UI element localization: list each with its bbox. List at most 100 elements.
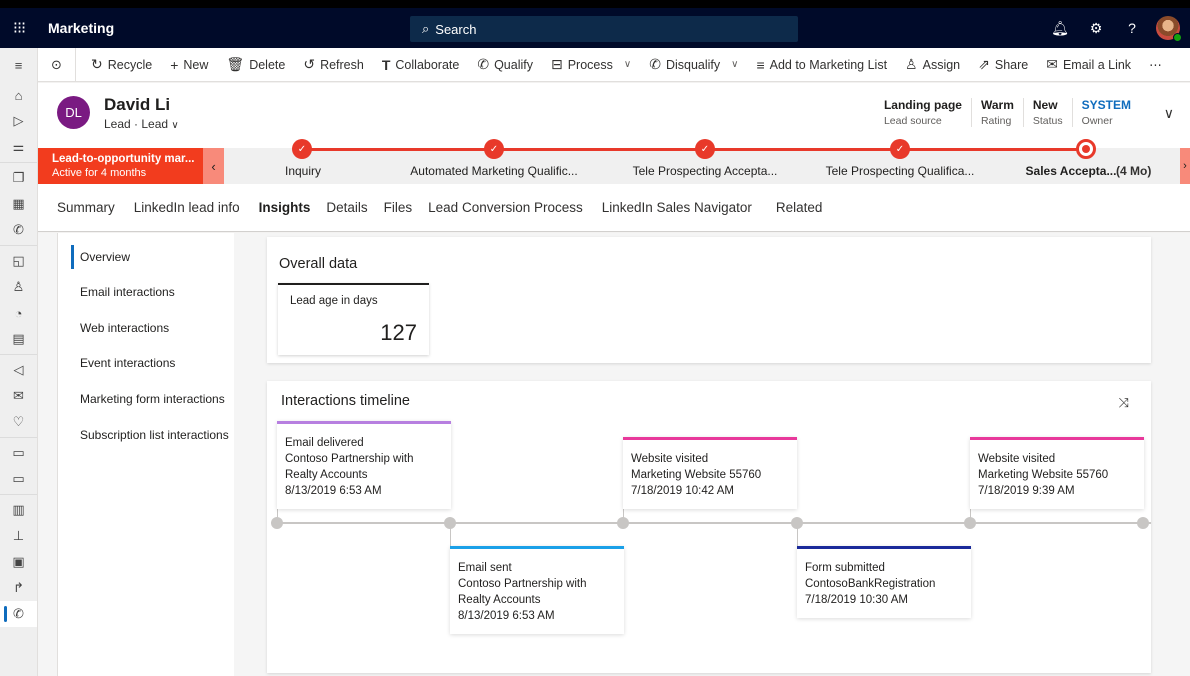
email-link-icon: ✉ (1046, 56, 1058, 72)
calendar-icon[interactable]: ▦ (0, 191, 37, 217)
tab-related[interactable]: Related (776, 200, 823, 215)
share-button[interactable]: ⇗ Share (969, 56, 1037, 73)
lead-age-tile: Lead age in days 127 (278, 283, 429, 355)
process-name[interactable]: Lead-to-opportunity mar... Active for 4 … (38, 148, 203, 184)
timeline-event[interactable]: Email delivered Contoso Partnership with… (277, 421, 451, 509)
timeline-event[interactable]: Website visited Marketing Website 55760 … (623, 437, 797, 509)
tab-details[interactable]: Details (326, 200, 367, 215)
stage-label[interactable]: Inquiry (285, 164, 321, 178)
stage-label[interactable]: Tele Prospecting Qualifica... (826, 164, 975, 178)
add-to-marketing-list-button[interactable]: ≡ Add to Marketing List (747, 57, 896, 73)
record-header: DL David Li Lead · Lead ∨ Landing page Le… (38, 83, 1190, 148)
process-icon: ⊟ (550, 56, 563, 72)
record-name: David Li (104, 95, 171, 114)
bell-icon[interactable]: 🔔︎ (1042, 20, 1078, 37)
recycle-button[interactable]: ↻ Recycle (82, 56, 161, 73)
calendar-icon[interactable]: ▭ (0, 466, 37, 492)
search-input[interactable]: ⌕ Search (410, 16, 798, 42)
help-icon[interactable]: ? (1114, 20, 1150, 36)
collaborate-button[interactable]: T Collaborate (373, 57, 469, 73)
template-icon[interactable]: ▣ (0, 549, 37, 575)
left-nav: ≡ ⌂ ▷ ⚌ ❐ ▦ ✆ ◱ ♙ ◔ ▤ ◁ ✉ ♡ ▭ ▭ ▥ ⊥ ▣ ↱ … (0, 48, 38, 676)
tab-summary[interactable]: Summary (57, 200, 115, 215)
business-process-flow: Lead-to-opportunity mar... Active for 4 … (38, 139, 1190, 184)
next-stage-button[interactable]: › (1180, 148, 1190, 184)
stage-complete-icon[interactable]: ✓ (890, 139, 910, 159)
copy-icon[interactable]: ❐ (0, 165, 37, 191)
timeline-event[interactable]: Website visited Marketing Website 55760 … (970, 437, 1144, 509)
phone-icon[interactable]: ✆ (0, 217, 37, 243)
notes-icon[interactable]: ◱ (0, 248, 37, 274)
heart-icon[interactable]: ♡ (0, 409, 37, 435)
subnav-event-interactions[interactable]: Event interactions (80, 356, 175, 370)
mail-icon[interactable]: ✉ (0, 383, 37, 409)
tab-linkedin-sales-navigator[interactable]: LinkedIn Sales Navigator (602, 200, 752, 215)
insights-subnav: Overview Email interactions Web interact… (57, 233, 234, 676)
chart-icon[interactable]: ◔ (0, 300, 37, 326)
timeline-event[interactable]: Form submitted ContosoBankRegistration 7… (797, 546, 971, 618)
tab-files[interactable]: Files (384, 200, 413, 215)
subnav-marketing-form-interactions[interactable]: Marketing form interactions (80, 392, 225, 406)
trash-icon: 🗑︎ (226, 56, 245, 72)
gear-icon[interactable]: ⚙ (1078, 20, 1114, 37)
lead-age-value: 127 (380, 320, 417, 345)
email-a-link-button[interactable]: ✉ Email a Link (1037, 56, 1140, 73)
record-avatar: DL (57, 96, 90, 129)
timeline-event[interactable]: Email sent Contoso Partnership with Real… (450, 546, 624, 634)
tab-insights[interactable]: Insights (259, 200, 311, 215)
shuffle-icon[interactable]: ⤨ (1119, 395, 1129, 411)
new-button[interactable]: + New (161, 57, 217, 73)
subnav-overview[interactable]: Overview (70, 245, 130, 269)
more-commands-button[interactable]: ⋯ (1140, 57, 1171, 72)
chevron-down-icon: ∨ (731, 59, 739, 70)
document-icon[interactable]: ▤ (0, 326, 37, 352)
calendar-icon[interactable]: ▭ (0, 440, 37, 466)
chevron-down-icon: ∨ (171, 120, 179, 131)
subnav-subscription-list-interactions[interactable]: Subscription list interactions (80, 428, 229, 442)
recycle-icon: ↻ (91, 56, 103, 72)
home-icon[interactable]: ⌂ (0, 82, 37, 108)
person-icon[interactable]: ♙ (0, 274, 37, 300)
timeline-title: Interactions timeline (281, 393, 410, 409)
stage-label-current[interactable]: Sales Accepta... (1026, 164, 1117, 178)
subnav-email-interactions[interactable]: Email interactions (80, 285, 175, 299)
waffle-icon[interactable]: ⁝⁝⁝ (0, 18, 38, 38)
process-line (302, 148, 1086, 151)
app-name[interactable]: Marketing (48, 20, 114, 36)
record-entity: Lead · Lead ∨ (104, 117, 179, 131)
assign-button[interactable]: ♙ Assign (896, 56, 969, 73)
stage-current-icon[interactable] (1076, 139, 1096, 159)
user-avatar[interactable] (1156, 16, 1182, 42)
owner-link[interactable]: SYSTEM (1082, 98, 1131, 112)
chevron-down-icon: ∨ (623, 59, 632, 70)
journey-icon[interactable]: ↱ (0, 575, 37, 601)
stage-complete-icon[interactable]: ✓ (484, 139, 504, 159)
stage-complete-icon[interactable]: ✓ (292, 139, 312, 159)
recent-icon[interactable]: ▷ (0, 108, 37, 134)
disqualify-button[interactable]: ✆ Disqualify ∨ (640, 56, 747, 73)
form-selector[interactable]: Lead ∨ (141, 117, 178, 131)
pinned-icon[interactable]: ⚌ (0, 134, 37, 160)
refresh-button[interactable]: ↺ Refresh (294, 56, 373, 73)
megaphone-icon[interactable]: ◁ (0, 357, 37, 383)
stage-label[interactable]: Automated Marketing Qualific... (410, 164, 577, 178)
delete-button[interactable]: 🗑︎ Delete (217, 56, 294, 73)
expand-icon[interactable]: ⊙ (38, 47, 76, 82)
stage-label[interactable]: Tele Prospecting Accepta... (633, 164, 778, 178)
form-icon[interactable]: ▥ (0, 497, 37, 523)
tab-linkedin-lead-info[interactable]: LinkedIn lead info (134, 200, 240, 215)
tab-lead-conversion-process[interactable]: Lead Conversion Process (428, 200, 583, 215)
insights-content: Overview Email interactions Web interact… (38, 233, 1190, 676)
hamburger-icon[interactable]: ≡ (0, 48, 37, 82)
timeline-dot (1137, 517, 1149, 529)
process-button[interactable]: ⊟ Process ∨ (542, 56, 640, 73)
header-field-rating: Warm Rating (970, 98, 1023, 127)
page-icon[interactable]: ⊥ (0, 523, 37, 549)
previous-stage-button[interactable]: ‹ (203, 148, 224, 184)
stage-complete-icon[interactable]: ✓ (695, 139, 715, 159)
phone-gear-icon[interactable]: ✆ (0, 601, 37, 627)
expand-header-chevron-icon[interactable]: ∨ (1164, 105, 1174, 122)
add-list-icon: ≡ (756, 56, 765, 73)
subnav-web-interactions[interactable]: Web interactions (80, 321, 169, 335)
qualify-button[interactable]: ✆ Qualify (468, 56, 542, 73)
